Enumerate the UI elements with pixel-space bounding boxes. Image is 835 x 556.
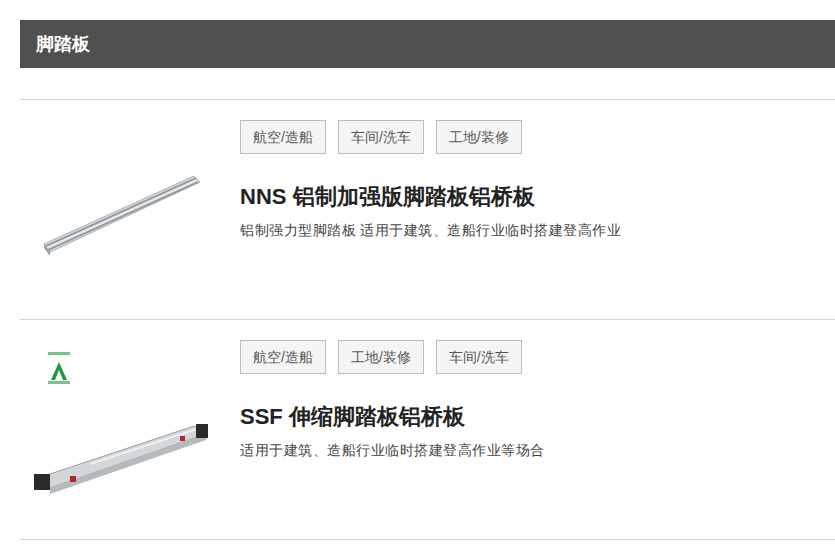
tag[interactable]: 航空/造船 — [240, 120, 326, 154]
product-item[interactable]: 航空/造船工地/装修车间/洗车 SSF 伸缩脚踏板铝桥板适用于建筑、造船行业临时搭… — [20, 319, 835, 539]
tag[interactable]: 车间/洗车 — [436, 340, 522, 374]
product-item[interactable]: 航空/造船车间/洗车工地/装修 NNS 铝制加强版脚踏板铝桥板铝制强力型脚踏板 适… — [20, 99, 835, 319]
product-description: 铝制强力型脚踏板 适用于建筑、造船行业临时搭建登高作业 — [240, 220, 621, 240]
product-list: 航空/造船车间/洗车工地/装修NNS 铝制加强版脚踏板铝桥板铝制强力型脚踏板 适… — [20, 99, 835, 540]
certification-badge-icon — [42, 350, 76, 386]
tag-list: 航空/造船车间/洗车工地/装修 — [240, 120, 621, 154]
product-image[interactable] — [30, 120, 210, 300]
product-title[interactable]: NNS 铝制加强版脚踏板铝桥板 — [240, 182, 621, 212]
tag-list: 航空/造船工地/装修车间/洗车 — [240, 340, 545, 374]
tag[interactable]: 车间/洗车 — [338, 120, 424, 154]
telescopic-board-icon — [30, 390, 210, 510]
page: 脚踏板航空/造船车间/洗车工地/装修NNS 铝制加强版脚踏板铝桥板铝制强力型脚踏… — [0, 0, 835, 540]
product-info: 航空/造船车间/洗车工地/装修 NNS 铝制加强版脚踏板铝桥板铝制强力型脚踏板 适… — [240, 120, 621, 319]
product-description: 适用于建筑、造船行业临时搭建登高作业等场合 — [240, 440, 545, 460]
tag[interactable]: 工地/装修 — [338, 340, 424, 374]
section-header: 脚踏板 — [20, 20, 835, 68]
product-title[interactable]: SSF 伸缩脚踏板铝桥板 — [240, 402, 545, 432]
product-image[interactable] — [30, 340, 210, 520]
tag[interactable]: 航空/造船 — [240, 340, 326, 374]
rail-board-icon — [30, 120, 210, 300]
product-info: 航空/造船工地/装修车间/洗车 SSF 伸缩脚踏板铝桥板适用于建筑、造船行业临时搭… — [240, 340, 545, 539]
section-title: 脚踏板 — [36, 32, 90, 56]
tag[interactable]: 工地/装修 — [436, 120, 522, 154]
